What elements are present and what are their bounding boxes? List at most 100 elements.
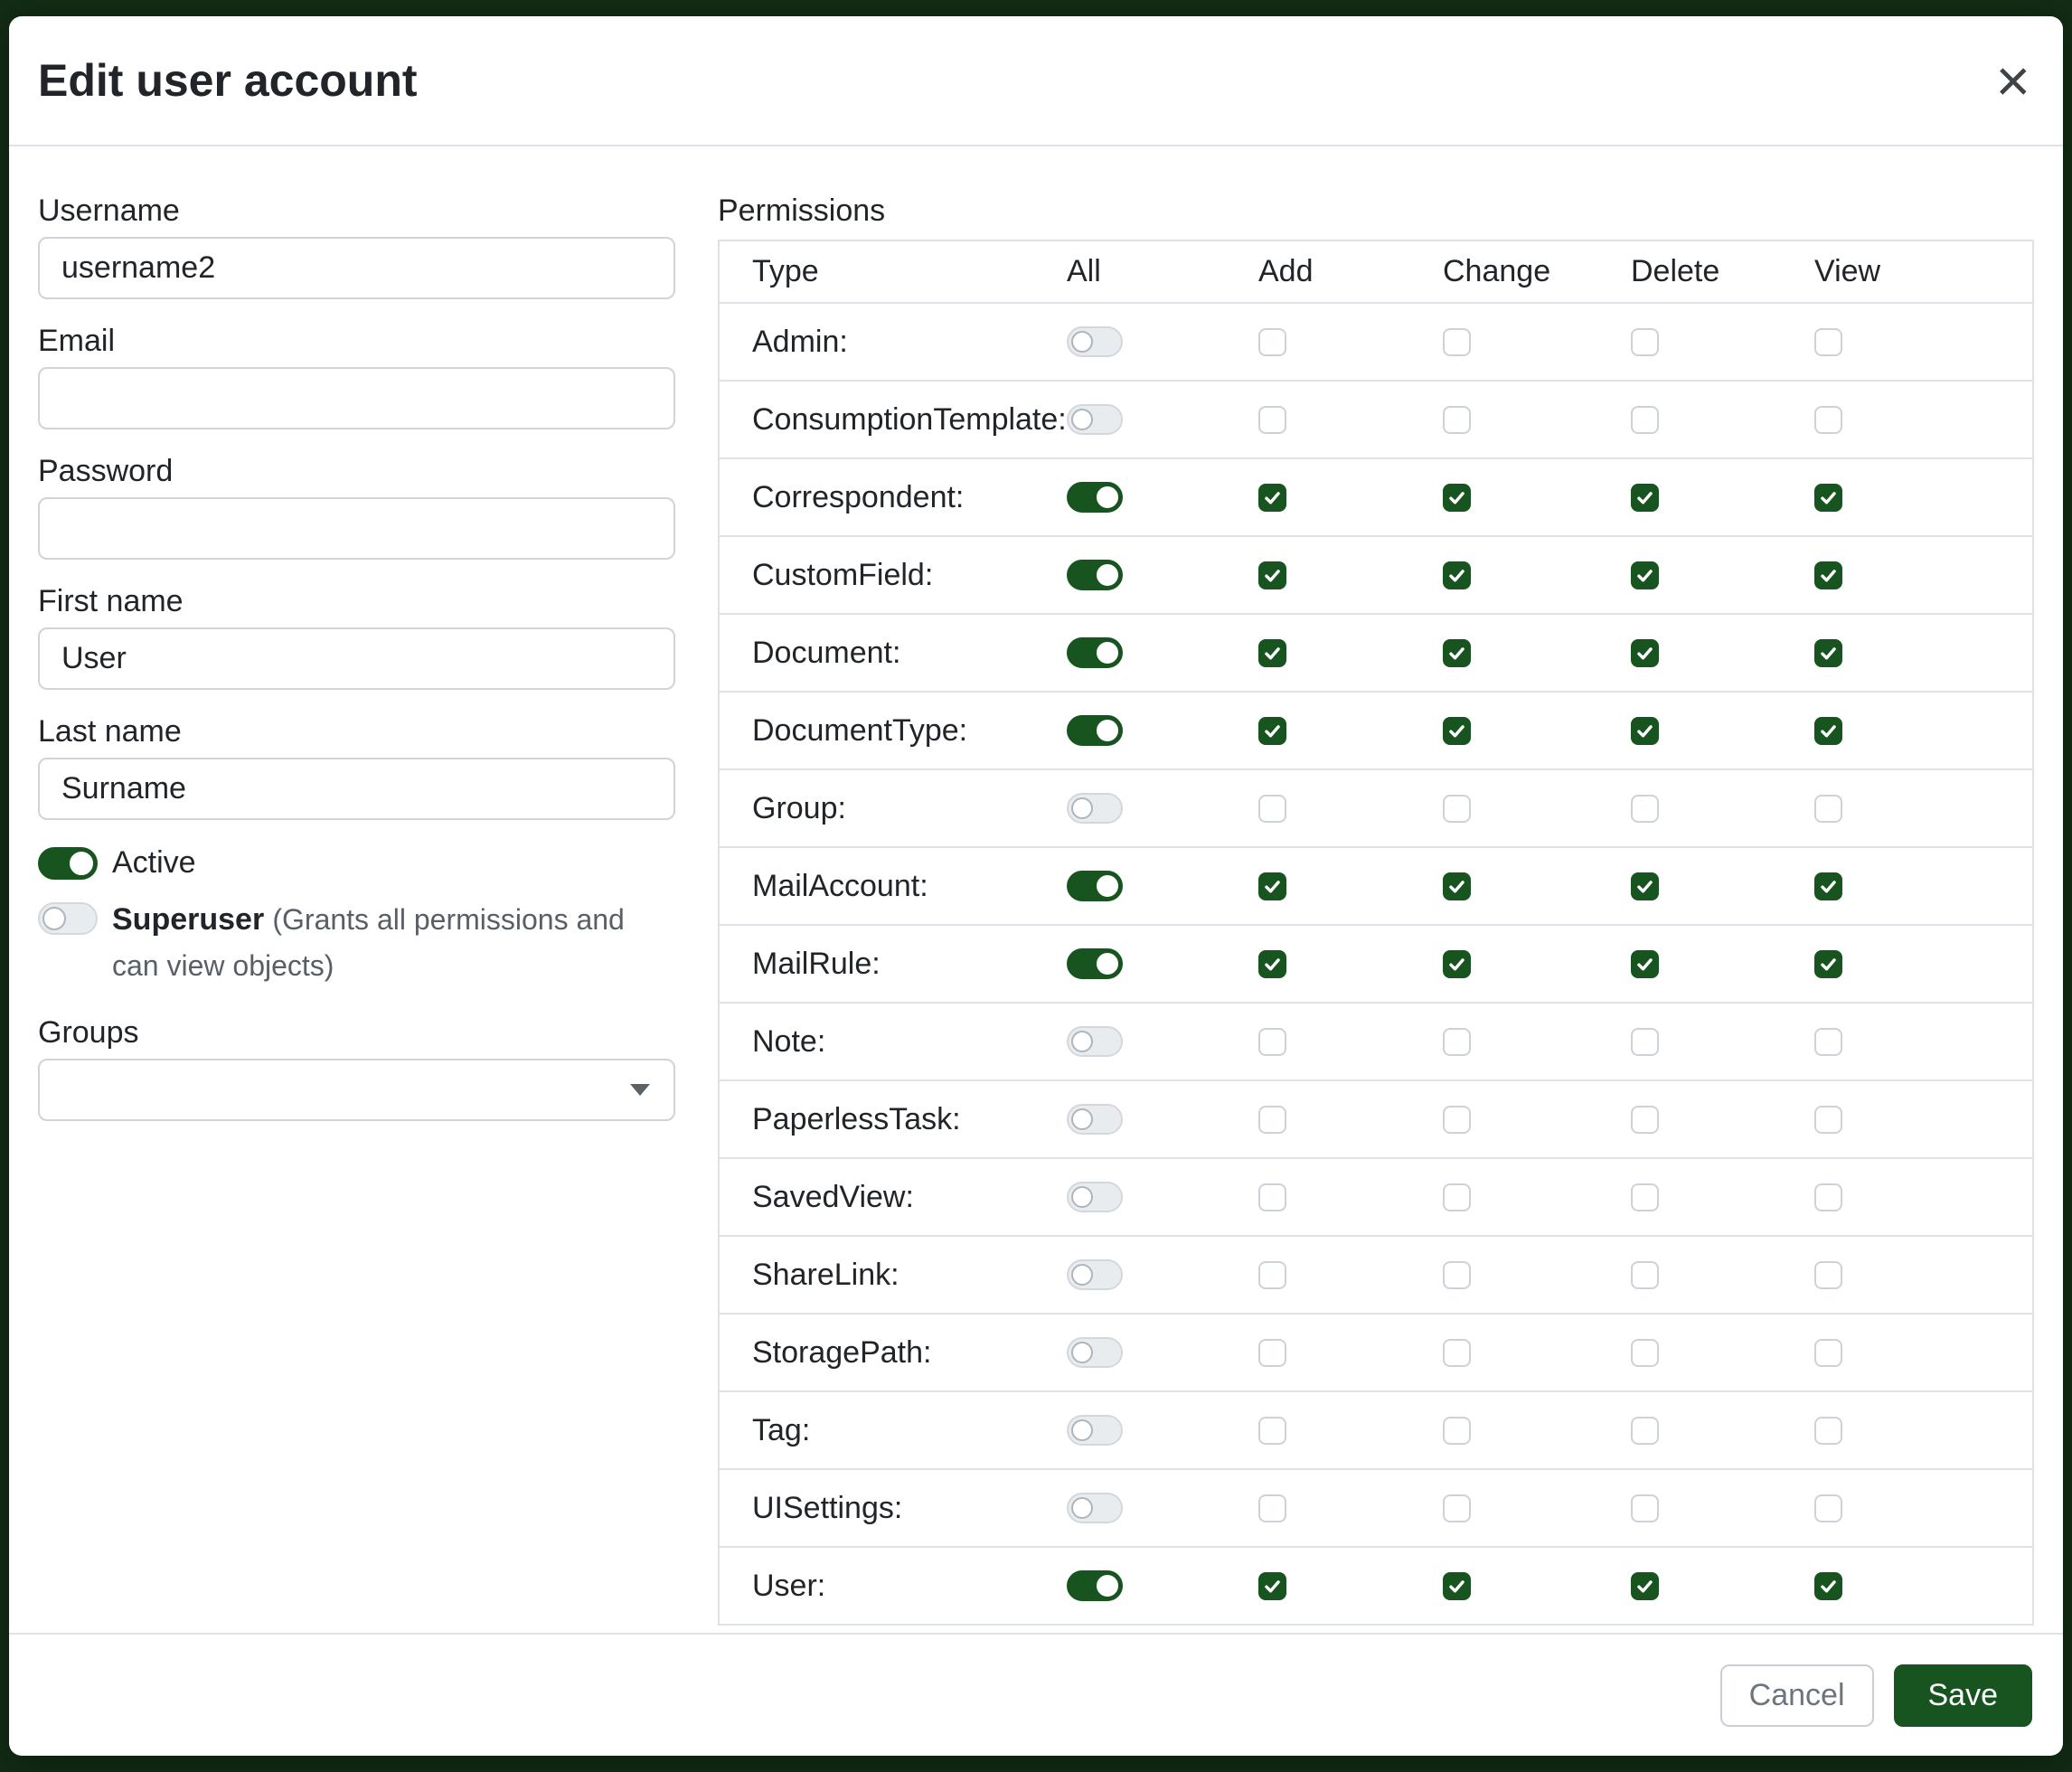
- checkbox-add[interactable]: [1258, 406, 1286, 434]
- toggle-all[interactable]: [1067, 1104, 1123, 1135]
- toggle-all[interactable]: [1067, 1259, 1123, 1290]
- toggle-all[interactable]: [1067, 326, 1123, 357]
- checkbox-add[interactable]: [1258, 1417, 1286, 1445]
- checkbox-change[interactable]: [1443, 1261, 1471, 1289]
- checkbox-add[interactable]: [1258, 717, 1286, 745]
- checkbox-add[interactable]: [1258, 1339, 1286, 1367]
- checkbox-change[interactable]: [1443, 639, 1471, 667]
- checkbox-view[interactable]: [1814, 1261, 1842, 1289]
- checkbox-add[interactable]: [1258, 1572, 1286, 1600]
- checkbox-change[interactable]: [1443, 484, 1471, 512]
- permission-type-label: CustomField:: [752, 558, 933, 592]
- checkbox-change[interactable]: [1443, 561, 1471, 589]
- checkbox-view[interactable]: [1814, 795, 1842, 823]
- save-button[interactable]: Save: [1894, 1664, 2033, 1727]
- checkbox-view[interactable]: [1814, 1494, 1842, 1522]
- toggle-all[interactable]: [1067, 1570, 1123, 1601]
- checkbox-add[interactable]: [1258, 872, 1286, 900]
- checkbox-view[interactable]: [1814, 328, 1842, 356]
- checkbox-change[interactable]: [1443, 717, 1471, 745]
- toggle-all[interactable]: [1067, 637, 1123, 668]
- checkbox-add[interactable]: [1258, 328, 1286, 356]
- checkbox-view[interactable]: [1814, 484, 1842, 512]
- checkbox-change[interactable]: [1443, 795, 1471, 823]
- checkbox-view[interactable]: [1814, 872, 1842, 900]
- checkbox-delete[interactable]: [1631, 950, 1659, 978]
- toggle-all[interactable]: [1067, 1182, 1123, 1212]
- last-name-field[interactable]: [38, 758, 675, 820]
- toggle-all[interactable]: [1067, 482, 1123, 513]
- checkbox-change[interactable]: [1443, 1106, 1471, 1134]
- close-icon[interactable]: ×: [1995, 51, 2030, 110]
- checkbox-delete[interactable]: [1631, 406, 1659, 434]
- toggle-all[interactable]: [1067, 1026, 1123, 1057]
- toggle-all[interactable]: [1067, 560, 1123, 590]
- checkbox-view[interactable]: [1814, 1106, 1842, 1134]
- checkbox-view[interactable]: [1814, 950, 1842, 978]
- checkbox-view[interactable]: [1814, 1183, 1842, 1211]
- toggle-all[interactable]: [1067, 404, 1123, 435]
- first-name-field[interactable]: [38, 627, 675, 690]
- checkbox-delete[interactable]: [1631, 1183, 1659, 1211]
- checkbox-change[interactable]: [1443, 872, 1471, 900]
- checkbox-change[interactable]: [1443, 1028, 1471, 1056]
- checkbox-delete[interactable]: [1631, 1339, 1659, 1367]
- checkbox-delete[interactable]: [1631, 872, 1659, 900]
- toggle-all[interactable]: [1067, 1415, 1123, 1446]
- checkbox-add[interactable]: [1258, 1261, 1286, 1289]
- checkbox-change[interactable]: [1443, 328, 1471, 356]
- checkbox-change[interactable]: [1443, 1417, 1471, 1445]
- toggle-all[interactable]: [1067, 793, 1123, 824]
- checkbox-view[interactable]: [1814, 561, 1842, 589]
- checkbox-delete[interactable]: [1631, 484, 1659, 512]
- checkbox-add[interactable]: [1258, 484, 1286, 512]
- checkbox-delete[interactable]: [1631, 717, 1659, 745]
- checkbox-delete[interactable]: [1631, 328, 1659, 356]
- checkbox-delete[interactable]: [1631, 1261, 1659, 1289]
- checkbox-change[interactable]: [1443, 1339, 1471, 1367]
- checkbox-delete[interactable]: [1631, 1572, 1659, 1600]
- checkbox-add[interactable]: [1258, 950, 1286, 978]
- checkbox-add[interactable]: [1258, 1494, 1286, 1522]
- checkbox-delete[interactable]: [1631, 1106, 1659, 1134]
- toggle-all[interactable]: [1067, 715, 1123, 746]
- checkbox-view[interactable]: [1814, 1417, 1842, 1445]
- checkbox-add[interactable]: [1258, 1106, 1286, 1134]
- checkbox-change[interactable]: [1443, 950, 1471, 978]
- checkbox-add[interactable]: [1258, 795, 1286, 823]
- checkbox-delete[interactable]: [1631, 639, 1659, 667]
- checkbox-view[interactable]: [1814, 1339, 1842, 1367]
- checkbox-change[interactable]: [1443, 406, 1471, 434]
- email-field[interactable]: [38, 367, 675, 429]
- checkbox-change[interactable]: [1443, 1183, 1471, 1211]
- cancel-button[interactable]: Cancel: [1720, 1664, 1874, 1727]
- checkbox-delete[interactable]: [1631, 1494, 1659, 1522]
- checkbox-delete[interactable]: [1631, 795, 1659, 823]
- checkbox-view[interactable]: [1814, 1572, 1842, 1600]
- checkbox-view[interactable]: [1814, 1028, 1842, 1056]
- superuser-label: Superuser: [112, 902, 264, 937]
- checkbox-view[interactable]: [1814, 717, 1842, 745]
- checkbox-delete[interactable]: [1631, 1417, 1659, 1445]
- permission-row: Note:: [719, 1003, 2033, 1080]
- password-field[interactable]: [38, 497, 675, 560]
- toggle-all[interactable]: [1067, 1337, 1123, 1368]
- checkbox-delete[interactable]: [1631, 1028, 1659, 1056]
- username-field[interactable]: [38, 237, 675, 299]
- checkbox-add[interactable]: [1258, 561, 1286, 589]
- checkbox-add[interactable]: [1258, 1183, 1286, 1211]
- checkbox-add[interactable]: [1258, 1028, 1286, 1056]
- toggle-all[interactable]: [1067, 948, 1123, 979]
- checkbox-change[interactable]: [1443, 1494, 1471, 1522]
- toggle-all[interactable]: [1067, 871, 1123, 901]
- toggle-all[interactable]: [1067, 1493, 1123, 1523]
- active-toggle[interactable]: [38, 847, 98, 880]
- checkbox-view[interactable]: [1814, 406, 1842, 434]
- check-icon: [1819, 644, 1838, 663]
- checkbox-delete[interactable]: [1631, 561, 1659, 589]
- superuser-toggle[interactable]: [38, 902, 98, 935]
- checkbox-view[interactable]: [1814, 639, 1842, 667]
- groups-select[interactable]: [38, 1059, 675, 1121]
- checkbox-change[interactable]: [1443, 1572, 1471, 1600]
- checkbox-add[interactable]: [1258, 639, 1286, 667]
